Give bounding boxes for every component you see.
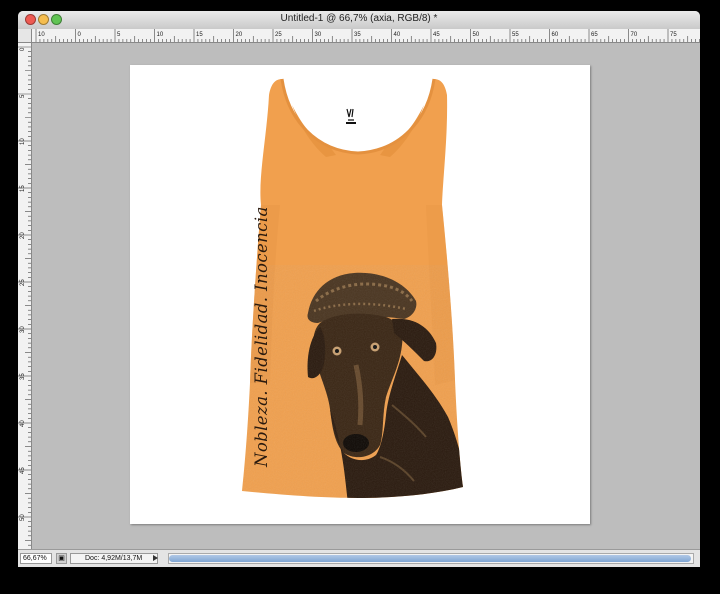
ruler-label: 25 [20, 279, 26, 286]
ruler-label: 15 [196, 32, 203, 38]
ruler-label: 45 [20, 467, 26, 474]
status-icon[interactable]: ▣ [56, 553, 67, 564]
ruler-label: 30 [315, 32, 322, 38]
ruler-label: 5 [20, 94, 26, 98]
horizontal-scrollbar[interactable] [168, 553, 694, 564]
ruler-label: 70 [631, 32, 638, 38]
ruler-label: 40 [394, 32, 401, 38]
ruler-label: 30 [20, 326, 26, 333]
ruler-label: 50 [473, 32, 480, 38]
ruler-label: 10 [20, 138, 26, 145]
title-bar[interactable]: Untitled-1 @ 66,7% (axia, RGB/8) * [18, 11, 700, 30]
ruler-label: 20 [236, 32, 243, 38]
document-canvas[interactable]: Nobleza. Fidelidad. Inocencia [130, 65, 590, 524]
ruler-label: 35 [20, 373, 26, 380]
document-window: Untitled-1 @ 66,7% (axia, RGB/8) * 10 0 5 1… [18, 11, 700, 567]
scrollbar-thumb[interactable] [169, 555, 691, 562]
ruler-label: 5 [117, 32, 121, 38]
ruler-label: 0 [20, 47, 26, 51]
ruler-label: 60 [552, 32, 559, 38]
ruler-origin[interactable] [18, 29, 32, 43]
ruler-label: 40 [20, 420, 26, 427]
ruler-label: 35 [354, 32, 361, 38]
vertical-ruler-ticks: 0 5 10 15 20 25 30 35 40 45 50 [18, 46, 31, 546]
ruler-label: 50 [20, 514, 26, 521]
window-title: Untitled-1 @ 66,7% (axia, RGB/8) * [280, 13, 438, 24]
ruler-label: 10 [38, 32, 45, 38]
ruler-label: 75 [670, 32, 677, 38]
ruler-label: 15 [20, 185, 26, 192]
horizontal-ruler-ticks: 10 0 5 10 15 20 25 30 35 40 45 50 55 60 65 70 75 [35, 29, 700, 42]
canvas-area[interactable]: Nobleza. Fidelidad. Inocencia [32, 43, 700, 549]
ruler-label: 20 [20, 232, 26, 239]
ruler-label: 0 [78, 32, 82, 38]
ruler-label: 55 [512, 32, 519, 38]
document-info[interactable]: Doc: 4,92M/13,7M [70, 553, 158, 564]
shirt-tagline: Nobleza. Fidelidad. Inocencia [252, 206, 271, 467]
info-menu-arrow-icon[interactable] [153, 555, 158, 561]
ruler-label: 65 [591, 32, 598, 38]
vertical-ruler[interactable]: 0 5 10 15 20 25 30 35 40 45 50 [18, 43, 32, 549]
ruler-label: 25 [275, 32, 282, 38]
status-bar: 66,67% ▣ Doc: 4,92M/13,7M [18, 549, 700, 567]
tank-top-artwork [242, 78, 463, 498]
horizontal-ruler[interactable]: 10 0 5 10 15 20 25 30 35 40 45 50 55 60 65 70 75 [32, 29, 700, 43]
ruler-label: 45 [433, 32, 440, 38]
zoom-level-field[interactable]: 66,67% [20, 553, 52, 564]
ruler-label: 10 [157, 32, 164, 38]
